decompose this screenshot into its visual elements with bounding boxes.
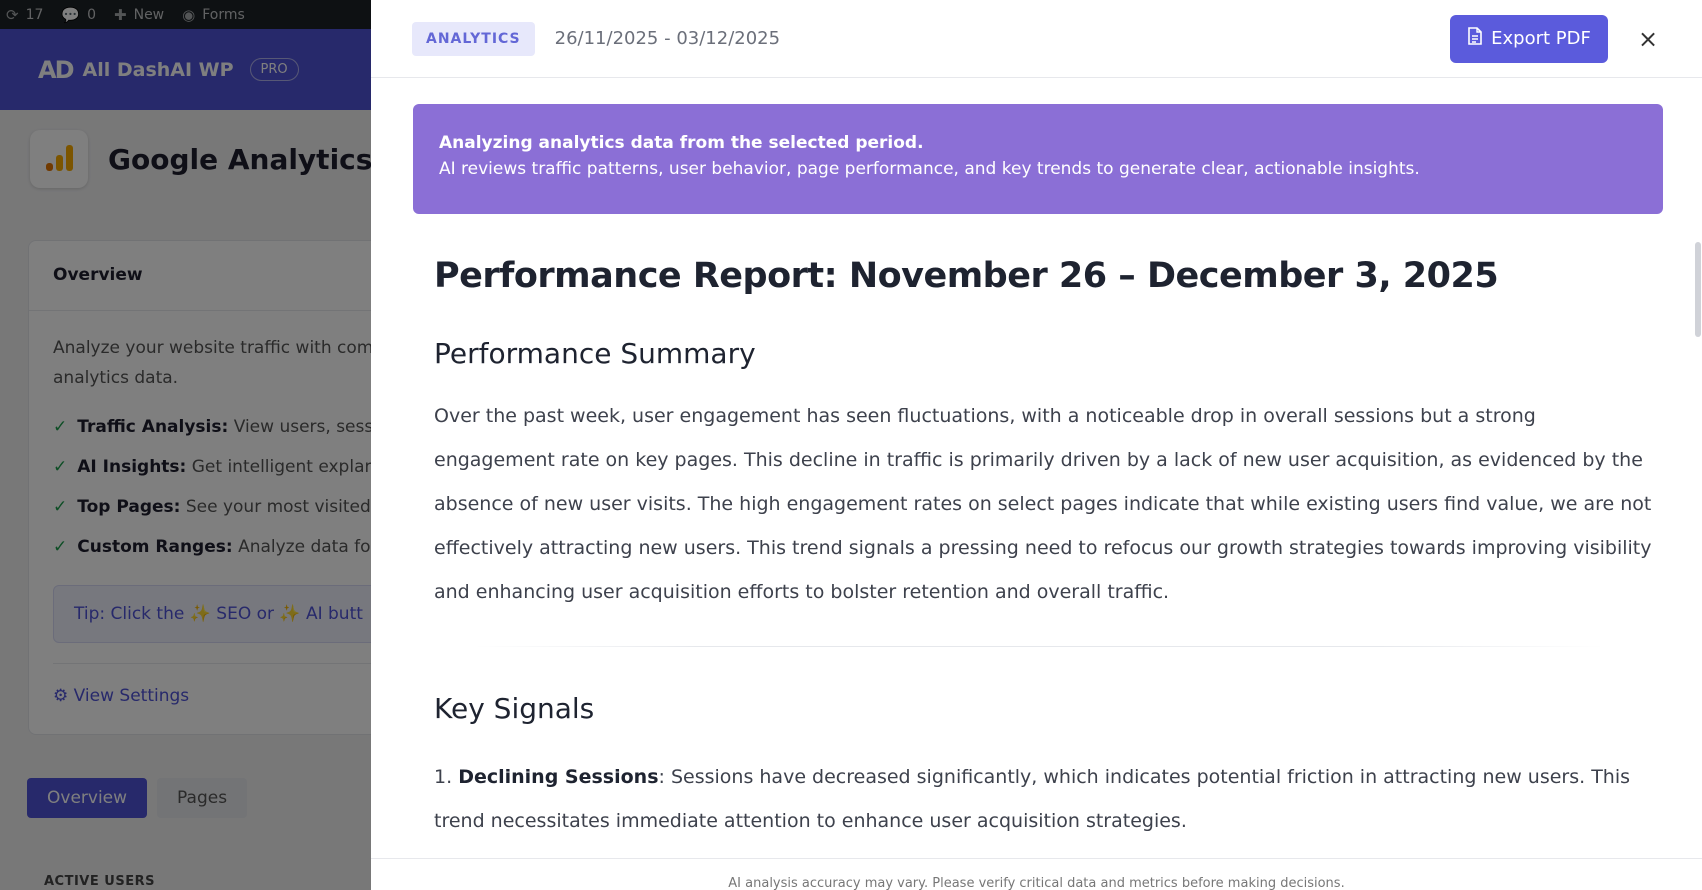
close-icon[interactable]: × — [1636, 25, 1660, 53]
export-pdf-button[interactable]: Export PDF — [1450, 14, 1608, 63]
date-range: 26/11/2025 - 03/12/2025 — [554, 28, 781, 49]
analysis-notice: Analyzing analytics data from the select… — [413, 104, 1663, 214]
summary-paragraph: Over the past week, user engagement has … — [434, 405, 1652, 603]
signal-title: Declining Sessions — [458, 766, 659, 788]
accuracy-disclaimer: AI analysis accuracy may vary. Please ve… — [371, 858, 1702, 890]
notice-text: AI reviews traffic patterns, user behavi… — [439, 159, 1420, 179]
scrollbar-thumb[interactable] — [1695, 242, 1701, 337]
notice-title: Analyzing analytics data from the select… — [439, 133, 924, 153]
panel-header: ANALYTICS 26/11/2025 - 03/12/2025 Export… — [371, 0, 1702, 78]
signals-heading: Key Signals — [434, 692, 595, 725]
report-content: Performance Report: November 26 – Decemb… — [434, 250, 1654, 843]
section-divider — [474, 646, 1604, 647]
report-title: Performance Report: November 26 – Decemb… — [434, 256, 1499, 296]
ai-analysis-panel: ANALYTICS 26/11/2025 - 03/12/2025 Export… — [371, 0, 1702, 890]
document-icon — [1467, 27, 1483, 50]
export-pdf-label: Export PDF — [1491, 28, 1591, 49]
analytics-badge: ANALYTICS — [412, 21, 535, 56]
signal-item: 1. Declining Sessions: Sessions have dec… — [434, 766, 1631, 832]
summary-heading: Performance Summary — [434, 337, 756, 370]
